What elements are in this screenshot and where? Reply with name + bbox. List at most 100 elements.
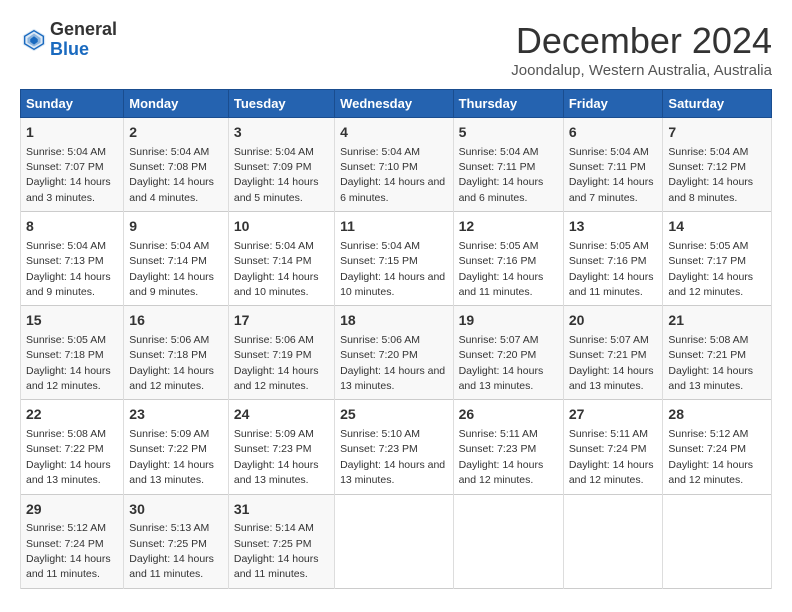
calendar-cell: 26 Sunrise: 5:11 AM Sunset: 7:23 PM Dayligh… bbox=[453, 400, 563, 494]
sunrise-info: Sunrise: 5:05 AM bbox=[459, 240, 539, 252]
calendar-cell: 16Sunrise: 5:06 AMSunset: 7:18 PMDayligh… bbox=[124, 306, 229, 400]
sunrise-info: Sunrise: 5:04 AM bbox=[340, 146, 420, 158]
daylight-info: Daylight: 14 hours and 3 minutes. bbox=[26, 176, 111, 203]
sunrise-info: Sunrise: 5:04 AM bbox=[129, 146, 209, 158]
day-number: 16 bbox=[129, 311, 223, 331]
daylight-info: Daylight: 14 hours and 11 minutes. bbox=[129, 553, 214, 580]
daylight-info: Daylight: 14 hours and 13 minutes. bbox=[668, 365, 753, 392]
day-number: 23 bbox=[129, 405, 223, 425]
col-sunday: Sunday bbox=[21, 90, 124, 118]
sunrise-info: Sunrise: 5:05 AM bbox=[26, 334, 106, 346]
calendar-week-row: 22Sunrise: 5:08 AMSunset: 7:22 PMDayligh… bbox=[21, 400, 772, 494]
logo-name-blue: Blue bbox=[50, 39, 89, 59]
calendar-cell: 22Sunrise: 5:08 AMSunset: 7:22 PMDayligh… bbox=[21, 400, 124, 494]
sunrise-info: Sunrise: 5:13 AM bbox=[129, 522, 209, 534]
sunset-info: Sunset: 7:23 PM bbox=[234, 443, 312, 455]
calendar-cell: 6Sunrise: 5:04 AMSunset: 7:11 PMDaylight… bbox=[563, 118, 663, 212]
col-monday: Monday bbox=[124, 90, 229, 118]
calendar-week-row: 1Sunrise: 5:04 AMSunset: 7:07 PMDaylight… bbox=[21, 118, 772, 212]
sunset-info: Sunset: 7:22 PM bbox=[129, 443, 207, 455]
daylight-info: Daylight: 14 hours and 11 minutes. bbox=[26, 553, 111, 580]
day-number: 26 bbox=[459, 405, 558, 425]
sunrise-info: Sunrise: 5:06 AM bbox=[129, 334, 209, 346]
logo: General Blue bbox=[20, 20, 117, 60]
day-number: 6 bbox=[569, 123, 658, 143]
day-number: 7 bbox=[668, 123, 766, 143]
calendar-table: Sunday Monday Tuesday Wednesday Thursday… bbox=[20, 89, 772, 589]
daylight-info: Daylight: 14 hours and 12 minutes. bbox=[668, 459, 753, 486]
calendar-cell bbox=[335, 494, 453, 588]
calendar-cell: 11Sunrise: 5:04 AMSunset: 7:15 PMDayligh… bbox=[335, 212, 453, 306]
calendar-cell bbox=[663, 494, 772, 588]
sunrise-info: Sunrise: 5:04 AM bbox=[459, 146, 539, 158]
daylight-info: Daylight: 14 hours and 13 minutes. bbox=[26, 459, 111, 486]
daylight-info: Daylight: 14 hours and 13 minutes. bbox=[340, 459, 445, 486]
calendar-cell: 3Sunrise: 5:04 AMSunset: 7:09 PMDaylight… bbox=[228, 118, 334, 212]
daylight-info: Daylight: 14 hours and 12 minutes. bbox=[129, 365, 214, 392]
daylight-info: Daylight: 14 hours and 12 minutes. bbox=[459, 459, 544, 486]
col-tuesday: Tuesday bbox=[228, 90, 334, 118]
sunset-info: Sunset: 7:23 PM bbox=[459, 443, 537, 455]
sunset-info: Sunset: 7:10 PM bbox=[340, 161, 418, 173]
daylight-info: Daylight: 14 hours and 5 minutes. bbox=[234, 176, 319, 203]
day-number: 8 bbox=[26, 217, 118, 237]
sunset-info: Sunset: 7:11 PM bbox=[569, 161, 646, 173]
day-number: 25 bbox=[340, 405, 447, 425]
calendar-cell: 19Sunrise: 5:07 AMSunset: 7:20 PMDayligh… bbox=[453, 306, 563, 400]
daylight-info: Daylight: 14 hours and 10 minutes. bbox=[234, 271, 319, 298]
calendar-week-row: 29Sunrise: 5:12 AMSunset: 7:24 PMDayligh… bbox=[21, 494, 772, 588]
col-thursday: Thursday bbox=[453, 90, 563, 118]
sunset-info: Sunset: 7:17 PM bbox=[668, 255, 746, 267]
page-header: General Blue December 2024 Joondalup, We… bbox=[20, 20, 772, 79]
sunset-info: Sunset: 7:24 PM bbox=[668, 443, 746, 455]
calendar-cell: 7Sunrise: 5:04 AMSunset: 7:12 PMDaylight… bbox=[663, 118, 772, 212]
sunrise-info: Sunrise: 5:14 AM bbox=[234, 522, 314, 534]
sunrise-info: Sunrise: 5:04 AM bbox=[26, 240, 106, 252]
sunset-info: Sunset: 7:24 PM bbox=[26, 538, 104, 550]
logo-icon bbox=[20, 26, 48, 54]
sunrise-info: Sunrise: 5:06 AM bbox=[234, 334, 314, 346]
calendar-cell: 15Sunrise: 5:05 AMSunset: 7:18 PMDayligh… bbox=[21, 306, 124, 400]
day-number: 11 bbox=[340, 217, 447, 237]
daylight-info: Daylight: 14 hours and 6 minutes. bbox=[459, 176, 544, 203]
calendar-cell: 23Sunrise: 5:09 AMSunset: 7:22 PMDayligh… bbox=[124, 400, 229, 494]
day-number: 17 bbox=[234, 311, 329, 331]
calendar-week-row: 15Sunrise: 5:05 AMSunset: 7:18 PMDayligh… bbox=[21, 306, 772, 400]
day-number: 5 bbox=[459, 123, 558, 143]
sunrise-info: Sunrise: 5:11 AM bbox=[459, 428, 538, 440]
sunset-info: Sunset: 7:25 PM bbox=[234, 538, 312, 550]
daylight-info: Daylight: 14 hours and 13 minutes. bbox=[340, 365, 445, 392]
sunrise-info: Sunrise: 5:10 AM bbox=[340, 428, 420, 440]
logo-name-general: General bbox=[50, 19, 117, 39]
sunset-info: Sunset: 7:13 PM bbox=[26, 255, 104, 267]
sunrise-info: Sunrise: 5:04 AM bbox=[26, 146, 106, 158]
calendar-cell bbox=[563, 494, 663, 588]
calendar-cell: 9Sunrise: 5:04 AMSunset: 7:14 PMDaylight… bbox=[124, 212, 229, 306]
calendar-cell: 21Sunrise: 5:08 AMSunset: 7:21 PMDayligh… bbox=[663, 306, 772, 400]
month-title: December 2024 bbox=[511, 20, 772, 62]
sunset-info: Sunset: 7:11 PM bbox=[459, 161, 536, 173]
calendar-cell: 29Sunrise: 5:12 AMSunset: 7:24 PMDayligh… bbox=[21, 494, 124, 588]
calendar-header-row: Sunday Monday Tuesday Wednesday Thursday… bbox=[21, 90, 772, 118]
sunset-info: Sunset: 7:18 PM bbox=[26, 349, 104, 361]
day-number: 19 bbox=[459, 311, 558, 331]
sunrise-info: Sunrise: 5:12 AM bbox=[668, 428, 748, 440]
calendar-cell: 8Sunrise: 5:04 AMSunset: 7:13 PMDaylight… bbox=[21, 212, 124, 306]
day-number: 29 bbox=[26, 500, 118, 520]
sunrise-info: Sunrise: 5:07 AM bbox=[569, 334, 649, 346]
day-number: 21 bbox=[668, 311, 766, 331]
day-number: 18 bbox=[340, 311, 447, 331]
calendar-cell: 5 Sunrise: 5:04 AM Sunset: 7:11 PM Daylight… bbox=[453, 118, 563, 212]
sunrise-info: Sunrise: 5:04 AM bbox=[668, 146, 748, 158]
day-number: 13 bbox=[569, 217, 658, 237]
sunset-info: Sunset: 7:09 PM bbox=[234, 161, 312, 173]
sunset-info: Sunset: 7:19 PM bbox=[234, 349, 312, 361]
col-friday: Friday bbox=[563, 90, 663, 118]
daylight-info: Daylight: 14 hours and 13 minutes. bbox=[129, 459, 214, 486]
calendar-cell: 25Sunrise: 5:10 AMSunset: 7:23 PMDayligh… bbox=[335, 400, 453, 494]
day-number: 22 bbox=[26, 405, 118, 425]
day-number: 28 bbox=[668, 405, 766, 425]
sunrise-info: Sunrise: 5:08 AM bbox=[668, 334, 748, 346]
day-number: 9 bbox=[129, 217, 223, 237]
daylight-info: Daylight: 14 hours and 11 minutes. bbox=[459, 271, 544, 298]
